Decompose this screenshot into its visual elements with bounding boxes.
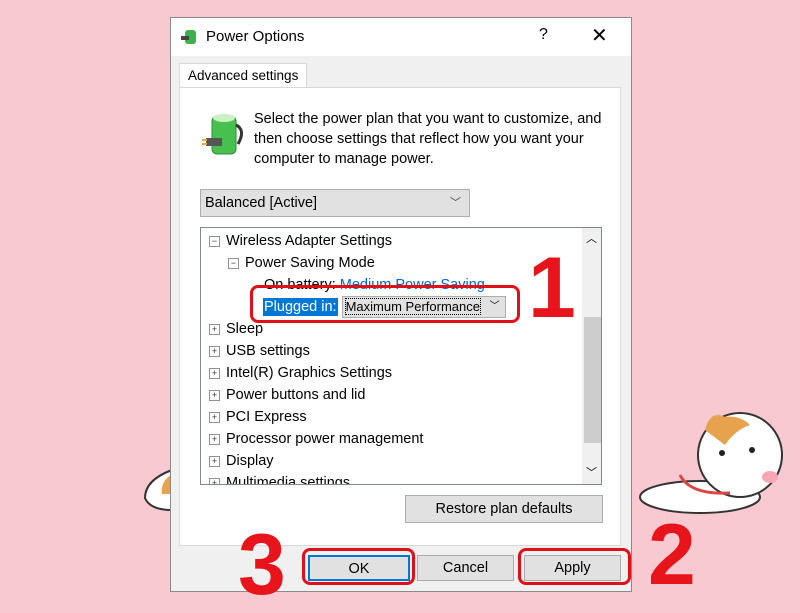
tree-item[interactable]: + Multimedia settings	[209, 472, 351, 485]
tree-item[interactable]: + USB settings	[209, 340, 310, 362]
annotation-1: 1	[528, 240, 576, 336]
tree-item[interactable]: + Processor power management	[209, 428, 423, 450]
window-title: Power Options	[206, 28, 305, 45]
expand-icon[interactable]: +	[209, 434, 220, 445]
tree-item[interactable]: + Display	[209, 450, 274, 472]
tab-advanced-settings[interactable]: Advanced settings	[179, 63, 307, 88]
close-button[interactable]: ✕	[591, 23, 608, 48]
power-options-icon	[181, 30, 196, 44]
expand-icon[interactable]: +	[209, 390, 220, 401]
tree-item[interactable]: + Power buttons and lid	[209, 384, 365, 406]
highlight-ok	[302, 548, 415, 585]
annotation-3: 3	[238, 517, 286, 613]
battery-plug-icon	[202, 114, 243, 155]
tree-item-power-saving-mode[interactable]: − Power Saving Mode	[228, 252, 375, 274]
tree-item[interactable]: + Intel(R) Graphics Settings	[209, 362, 392, 384]
tree-item-wireless[interactable]: − Wireless Adapter Settings	[209, 230, 392, 252]
tree-label: Power buttons and lid	[226, 387, 366, 403]
expand-icon[interactable]: +	[209, 324, 220, 335]
tree-label: PCI Express	[226, 409, 307, 425]
power-plan-select[interactable]: Balanced [Active] ﹀	[200, 189, 470, 217]
tree-label: Multimedia settings	[226, 475, 351, 485]
collapse-icon[interactable]: −	[228, 258, 239, 269]
cancel-button[interactable]: Cancel	[417, 555, 514, 581]
tree-item[interactable]: + PCI Express	[209, 406, 307, 428]
expand-icon[interactable]: +	[209, 412, 220, 423]
tree-label: Intel(R) Graphics Settings	[226, 365, 393, 381]
restore-plan-defaults-button[interactable]: Restore plan defaults	[405, 495, 603, 523]
tree-scrollbar[interactable]: ︿ ﹀	[582, 228, 601, 484]
dog-illustration-left	[143, 468, 172, 512]
power-plan-value: Balanced [Active]	[205, 195, 318, 211]
tree-label: Sleep	[226, 321, 264, 337]
annotation-2: 2	[648, 507, 696, 603]
tree-label: USB settings	[226, 343, 310, 359]
tree-label: Display	[226, 453, 274, 469]
highlight-plugged-in	[250, 285, 520, 323]
tree-label: Processor power management	[226, 431, 424, 447]
scroll-down-icon[interactable]: ﹀	[586, 464, 597, 480]
help-button[interactable]: ?	[539, 26, 548, 44]
scrollbar-thumb[interactable]	[584, 317, 601, 443]
expand-icon[interactable]: +	[209, 478, 220, 484]
expand-icon[interactable]: +	[209, 346, 220, 357]
tree-label: Wireless Adapter Settings	[226, 233, 393, 249]
highlight-apply	[518, 548, 631, 585]
scroll-up-icon[interactable]: ︿	[586, 230, 597, 246]
title-bar: Power Options ? ✕	[171, 18, 631, 56]
chevron-down-icon: ﹀	[450, 197, 461, 209]
tree-label: Power Saving Mode	[245, 255, 375, 271]
collapse-icon[interactable]: −	[209, 236, 220, 247]
expand-icon[interactable]: +	[209, 456, 220, 467]
expand-icon[interactable]: +	[209, 368, 220, 379]
description-text: Select the power plan that you want to c…	[254, 111, 602, 167]
